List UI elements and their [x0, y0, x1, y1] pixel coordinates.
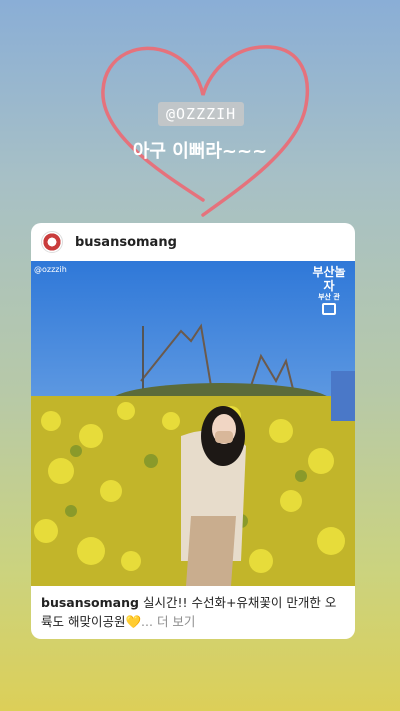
- photo-logo-sub: 부산 관: [318, 293, 340, 301]
- photo-credit: @ozzzih: [34, 265, 67, 274]
- post-header: busansomang: [31, 223, 355, 261]
- avatar[interactable]: [41, 231, 63, 253]
- story-text: 아구 이뻐라~~~: [132, 141, 268, 162]
- photo-illustration: [31, 261, 355, 586]
- photo-logo-text: 부산놀자: [312, 265, 346, 293]
- heart-doodle-icon: [101, 45, 310, 217]
- post-caption[interactable]: busansomang 실시간!! 수선화+유채꽃이 만개한 오륙도 해맞이공원…: [41, 593, 346, 631]
- shared-post-card[interactable]: busansomang @ozzzih 부산놀자 부산 관 busansoman…: [31, 223, 355, 639]
- caption-username[interactable]: busansomang: [41, 595, 139, 610]
- logo-box-icon: [322, 303, 336, 315]
- more-link[interactable]: ... 더 보기: [141, 614, 195, 629]
- photo-logo: 부산놀자 부산 관: [307, 265, 351, 315]
- mention-sticker[interactable]: @OZZZIH: [158, 102, 245, 126]
- post-username[interactable]: busansomang: [75, 235, 177, 250]
- post-photo[interactable]: @ozzzih 부산놀자 부산 관: [31, 261, 355, 586]
